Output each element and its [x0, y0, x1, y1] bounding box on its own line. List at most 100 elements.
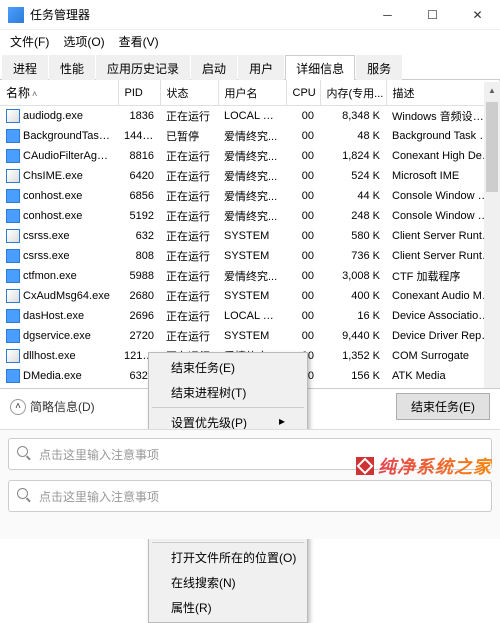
cell-user: 爱情终究... — [218, 266, 286, 286]
cell-user: SYSTEM — [218, 326, 286, 346]
tab-details[interactable]: 详细信息 — [285, 55, 355, 80]
search-placeholder: 点击这里输入注意事项 — [39, 488, 159, 505]
cell-cpu: 00 — [286, 266, 320, 286]
cell-mem: 400 K — [320, 286, 386, 306]
process-icon — [6, 209, 20, 223]
header-row: 名称˄ PID 状态 用户名 CPU 内存(专用... 描述 — [0, 80, 500, 106]
tab-history[interactable]: 应用历史记录 — [96, 55, 190, 80]
process-icon — [6, 349, 20, 363]
cell-name: CxAudMsg64.exe — [0, 286, 118, 306]
col-cpu[interactable]: CPU — [286, 80, 320, 106]
ctx-item[interactable]: 属性(R) — [151, 595, 305, 620]
table-row[interactable]: dasHost.exe2696正在运行LOCAL SE...0016 KDevi… — [0, 306, 500, 326]
cell-name: dasHost.exe — [0, 306, 118, 326]
cell-mem: 580 K — [320, 226, 386, 246]
close-button[interactable]: ✕ — [455, 0, 500, 30]
cell-name: BackgroundTaskH... — [0, 126, 118, 146]
ctx-item[interactable]: 结束任务(E) — [151, 355, 305, 380]
tab-startup[interactable]: 启动 — [191, 55, 237, 80]
cell-pid: 5988 — [118, 266, 160, 286]
cell-user: LOCAL SE... — [218, 306, 286, 326]
col-mem[interactable]: 内存(专用... — [320, 80, 386, 106]
cell-name: DMedia.exe — [0, 366, 118, 386]
cell-cpu: 00 — [286, 186, 320, 206]
cell-cpu: 00 — [286, 126, 320, 146]
cell-user: 爱情终究... — [218, 166, 286, 186]
table-row[interactable]: CxAudMsg64.exe2680正在运行SYSTEM00400 KConex… — [0, 286, 500, 306]
menu-view[interactable]: 查看(V) — [113, 31, 165, 52]
cell-user: SYSTEM — [218, 226, 286, 246]
col-desc[interactable]: 描述 — [386, 80, 500, 106]
cell-cpu: 00 — [286, 326, 320, 346]
cell-status: 正在运行 — [160, 186, 218, 206]
cell-pid: 2720 — [118, 326, 160, 346]
process-icon — [6, 269, 20, 283]
window-controls: ─ ☐ ✕ — [365, 0, 500, 30]
ctx-item[interactable]: 打开文件所在的位置(O) — [151, 545, 305, 570]
process-icon — [6, 189, 20, 203]
table-row[interactable]: conhost.exe6856正在运行爱情终究...0044 KConsole … — [0, 186, 500, 206]
ctx-item[interactable]: 在线搜索(N) — [151, 570, 305, 595]
table-row[interactable]: conhost.exe5192正在运行爱情终究...00248 KConsole… — [0, 206, 500, 226]
scrollbar[interactable]: ▲ ▼ — [484, 82, 500, 420]
process-icon — [6, 129, 20, 143]
cell-user: 爱情终究... — [218, 126, 286, 146]
cell-desc: Client Server Runtime ... — [386, 246, 500, 266]
cell-status: 正在运行 — [160, 266, 218, 286]
tab-processes[interactable]: 进程 — [2, 55, 48, 80]
cell-name: ChsIME.exe — [0, 166, 118, 186]
col-status[interactable]: 状态 — [160, 80, 218, 106]
table-row[interactable]: audiodg.exe1836正在运行LOCAL SE...008,348 KW… — [0, 106, 500, 127]
cell-name: csrss.exe — [0, 226, 118, 246]
ctx-item[interactable]: 结束进程树(T) — [151, 380, 305, 405]
cell-name: audiodg.exe — [0, 106, 118, 127]
cell-desc: Console Window Host — [386, 186, 500, 206]
cell-user: 爱情终究... — [218, 146, 286, 166]
cell-mem: 1,824 K — [320, 146, 386, 166]
process-icon — [6, 109, 20, 123]
cell-mem: 524 K — [320, 166, 386, 186]
fewer-details-toggle[interactable]: ˄ 简略信息(D) — [10, 398, 95, 415]
cell-status: 正在运行 — [160, 286, 218, 306]
cell-desc: Conexant Audio Mess... — [386, 286, 500, 306]
cell-user: 爱情终究... — [218, 186, 286, 206]
cell-name: dllhost.exe — [0, 346, 118, 366]
cell-pid: 2696 — [118, 306, 160, 326]
cell-status: 正在运行 — [160, 306, 218, 326]
search-area: 点击这里输入注意事项 点击这里输入注意事项 — [0, 429, 500, 539]
cell-name: dgservice.exe — [0, 326, 118, 346]
table-row[interactable]: CAudioFilterAgent...8816正在运行爱情终究...001,8… — [0, 146, 500, 166]
search-input-2[interactable]: 点击这里输入注意事项 — [8, 480, 492, 512]
col-user[interactable]: 用户名 — [218, 80, 286, 106]
cell-desc: Client Server Runtime ... — [386, 226, 500, 246]
tab-users[interactable]: 用户 — [238, 55, 284, 80]
tab-services[interactable]: 服务 — [356, 55, 402, 80]
cell-mem: 248 K — [320, 206, 386, 226]
table-row[interactable]: ctfmon.exe5988正在运行爱情终究...003,008 KCTF 加载… — [0, 266, 500, 286]
table-row[interactable]: csrss.exe632正在运行SYSTEM00580 KClient Serv… — [0, 226, 500, 246]
minimize-button[interactable]: ─ — [365, 0, 410, 30]
table-row[interactable]: BackgroundTaskH...14440已暂停爱情终究...0048 KB… — [0, 126, 500, 146]
col-pid[interactable]: PID — [118, 80, 160, 106]
cell-desc: COM Surrogate — [386, 346, 500, 366]
tabs: 进程 性能 应用历史记录 启动 用户 详细信息 服务 — [0, 54, 500, 80]
tab-performance[interactable]: 性能 — [49, 55, 95, 80]
cell-name: conhost.exe — [0, 206, 118, 226]
menu-file[interactable]: 文件(F) — [4, 31, 55, 52]
menu-options[interactable]: 选项(O) — [57, 31, 110, 52]
table-row[interactable]: dgservice.exe2720正在运行SYSTEM009,440 KDevi… — [0, 326, 500, 346]
cell-status: 正在运行 — [160, 226, 218, 246]
scroll-up-icon[interactable]: ▲ — [484, 82, 500, 98]
end-task-button[interactable]: 结束任务(E) — [396, 393, 490, 420]
table-row[interactable]: ChsIME.exe6420正在运行爱情终究...00524 KMicrosof… — [0, 166, 500, 186]
col-name[interactable]: 名称˄ — [0, 80, 118, 106]
cell-mem: 48 K — [320, 126, 386, 146]
maximize-button[interactable]: ☐ — [410, 0, 455, 30]
scroll-thumb[interactable] — [486, 102, 498, 192]
table-row[interactable]: csrss.exe808正在运行SYSTEM00736 KClient Serv… — [0, 246, 500, 266]
cell-status: 正在运行 — [160, 246, 218, 266]
cell-desc: Windows 音频设备图... — [386, 106, 500, 127]
watermark-badge-icon — [356, 457, 374, 475]
app-icon — [8, 7, 24, 23]
cell-desc: Device Driver Repair ... — [386, 326, 500, 346]
